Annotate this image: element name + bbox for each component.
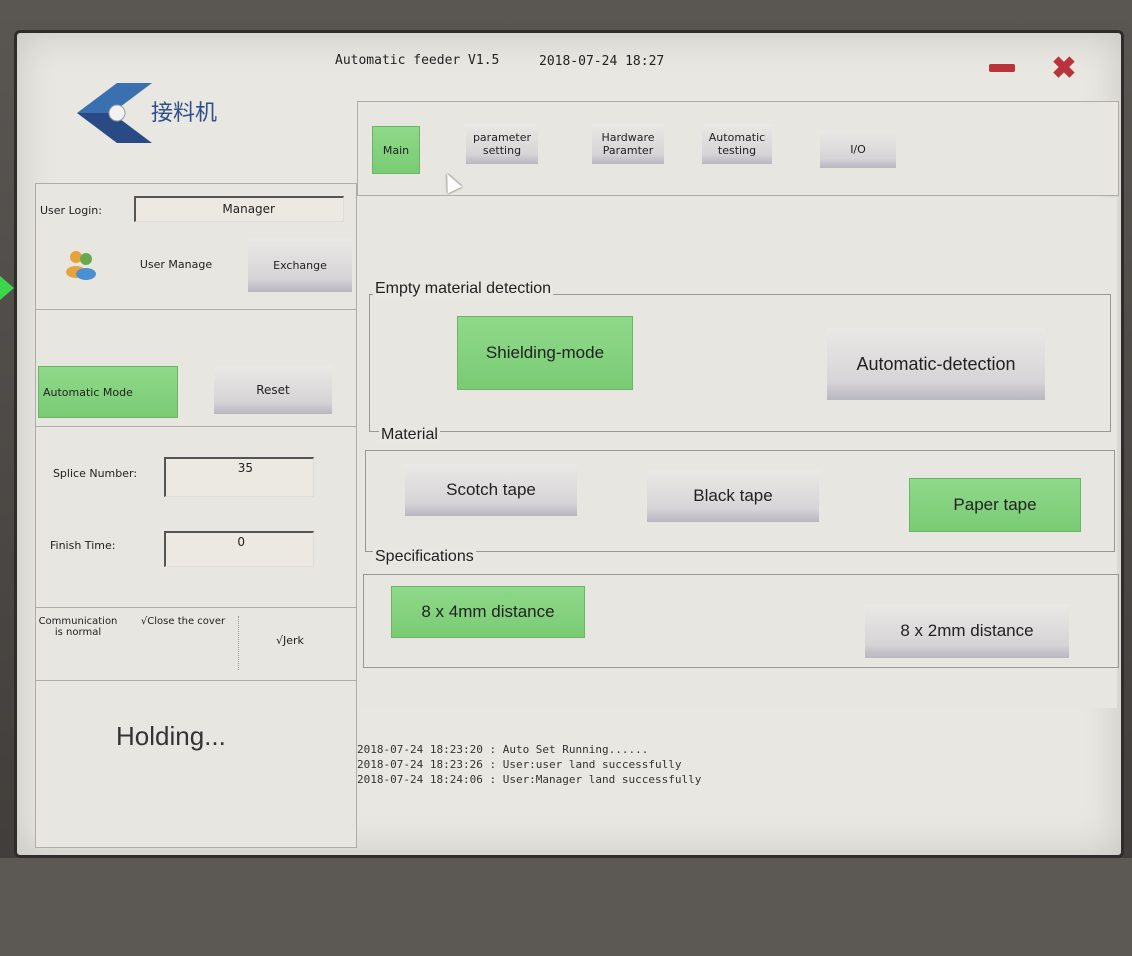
user-panel: User Login: Manager User Manage Exchange [35,183,357,310]
spec-8x2-button[interactable]: 8 x 2mm distance [865,604,1069,658]
scotch-tape-button[interactable]: Scotch tape [405,464,577,516]
tab-io[interactable]: I/O [820,130,896,168]
automatic-mode-button[interactable]: Automatic Mode [38,366,178,418]
close-cover-status: √Close the cover [128,616,239,670]
window-title: Automatic feeder V1.5 [335,53,500,68]
shielding-mode-button[interactable]: Shielding-mode [457,316,633,390]
log-line: 2018-07-24 18:24:06 : User:Manager land … [357,773,702,786]
window-datetime: 2018-07-24 18:27 [539,54,665,69]
logo-icon [77,83,152,143]
counts-panel: Splice Number: 35 Finish Time: 0 [35,426,357,608]
spec-8x4-button[interactable]: 8 x 4mm distance [391,586,585,638]
tab-main[interactable]: Main [372,126,420,174]
minimize-button[interactable] [989,64,1015,72]
status-panel: Communication is normal √Close the cover… [35,607,357,681]
tab-hardware-paramter[interactable]: Hardware Paramter [592,124,664,164]
user-login-label: User Login: [40,204,102,217]
tab-parameter-setting[interactable]: parameter setting [466,124,538,164]
tab-automatic-testing[interactable]: Automatic testing [702,124,772,164]
splice-number-label: Splice Number: [52,467,138,480]
hmi-screen: Automatic feeder V1.5 2018-07-24 18:27 ✖… [14,30,1124,858]
mode-panel: Automatic Mode Reset [35,309,357,427]
exchange-button[interactable]: Exchange [248,238,352,292]
jerk-status: √Jerk [276,634,304,647]
close-button[interactable]: ✖ [1049,54,1079,84]
device-bottom-frame [0,858,1132,956]
log-line: 2018-07-24 18:23:20 : Auto Set Running..… [357,743,649,756]
logo-text: 接料机 [151,101,218,126]
splice-number-field[interactable]: 35 [164,457,314,497]
finish-time-label: Finish Time: [50,539,116,552]
specifications-title: Specifications [373,548,476,566]
reset-button[interactable]: Reset [214,366,332,414]
user-login-field[interactable]: Manager [134,196,344,222]
bezel-green-marker [0,276,14,300]
users-icon [66,251,96,280]
user-manage-button[interactable]: User Manage [116,242,236,286]
holding-panel: Holding... [35,680,357,848]
black-tape-button[interactable]: Black tape [647,470,819,522]
empty-detection-title: Empty material detection [373,280,554,298]
main-panel: Empty material detection Shielding-mode … [357,198,1119,708]
holding-status-text: Holding... [116,721,226,751]
communication-status: Communication is normal [38,616,118,638]
automatic-detection-button[interactable]: Automatic-detection [827,328,1045,400]
paper-tape-button[interactable]: Paper tape [909,478,1081,532]
finish-time-field[interactable]: 0 [164,531,314,567]
tab-bar: Main parameter setting Hardware Paramter… [357,101,1119,196]
log-line: 2018-07-24 18:23:26 : User:user land suc… [357,758,682,771]
material-title: Material [379,426,440,444]
